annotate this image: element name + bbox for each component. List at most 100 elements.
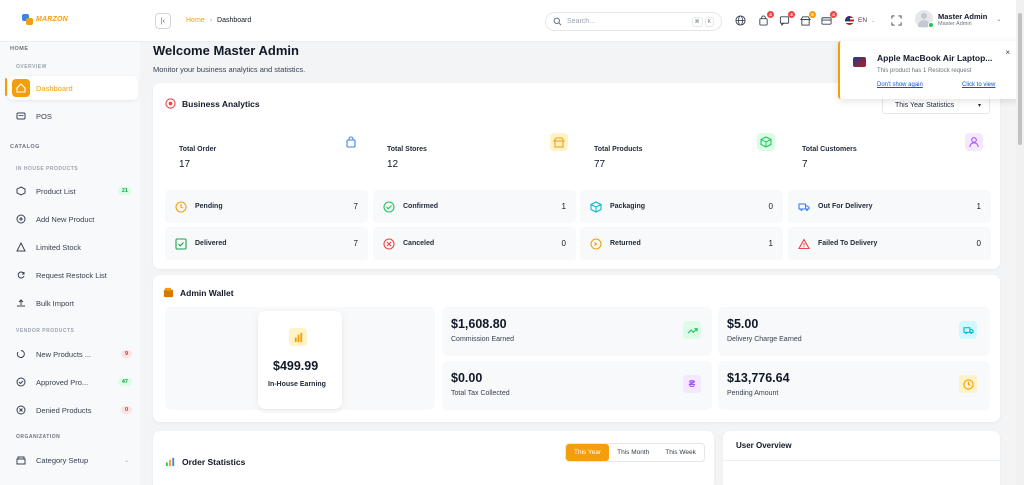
search-input[interactable]: Search... ⌘ K	[545, 12, 722, 31]
status-label: Packaging	[610, 203, 646, 210]
status-label: Returned	[610, 240, 641, 247]
wallet-amount: $1,608.80	[451, 317, 507, 331]
wallet-tax-collected[interactable]	[442, 361, 712, 410]
wallet-label: Pending Amount	[727, 390, 779, 397]
stores-badge: 0	[809, 11, 816, 18]
sidebar-item-limited-stock[interactable]: Limited Stock	[8, 235, 138, 259]
click-to-view-link[interactable]: Click to view	[962, 82, 995, 88]
status-value: 1	[561, 202, 566, 211]
page-subtitle: Monitor your business analytics and stat…	[153, 65, 306, 74]
sidebar-item-add-product[interactable]: Add New Product	[8, 207, 138, 231]
sidebar-item-denied-products[interactable]: Denied Products 0	[8, 398, 138, 422]
box-icon	[757, 133, 775, 151]
breadcrumb-home[interactable]: Home	[186, 17, 205, 24]
stores-button[interactable]: 0	[800, 11, 816, 26]
scrollbar-thumb[interactable]	[1018, 13, 1022, 145]
inhouse-earning-amount: $499.99	[273, 359, 319, 373]
sidebar-item-product-list[interactable]: Product List 21	[8, 179, 138, 203]
status-returned[interactable]: Returned 1	[580, 227, 783, 260]
status-failed-delivery[interactable]: Failed To Delivery 0	[788, 227, 991, 260]
messages-badge: 4	[788, 11, 795, 18]
stat-total-stores[interactable]: Total Stores 12	[373, 133, 576, 184]
tab-this-month[interactable]: This Month	[609, 444, 657, 461]
count-badge: 21	[117, 187, 132, 195]
status-canceled[interactable]: Canceled 0	[373, 227, 576, 260]
close-icon[interactable]: ×	[1005, 48, 1010, 57]
order-period-tabs: This Year This Month This Week	[565, 443, 705, 462]
sidebar-heading-organization: ORGANIZATION	[16, 434, 61, 440]
status-label: Pending	[195, 203, 223, 210]
notification-title: Apple MacBook Air Laptop...	[877, 53, 993, 63]
sidebar-item-bulk-import[interactable]: Bulk Import	[8, 291, 138, 315]
stat-total-order[interactable]: Total Order 17	[165, 133, 368, 184]
top-bar: MARZON |‹ Home › Dashboard Search... ⌘ K…	[0, 0, 1016, 42]
status-confirmed[interactable]: Confirmed 1	[373, 190, 576, 223]
dont-show-again-link[interactable]: Don't show again	[877, 82, 923, 88]
page-scrollbar[interactable]	[1016, 0, 1024, 485]
globe-icon[interactable]	[735, 15, 746, 26]
tab-this-year[interactable]: This Year	[566, 444, 610, 461]
sidebar-item-category-setup[interactable]: Category Setup ⌄	[8, 448, 138, 472]
admin-wallet-label: Admin Wallet	[180, 287, 234, 298]
return-icon	[590, 237, 602, 250]
orders-button[interactable]: 4	[758, 11, 774, 26]
wallet-commission[interactable]	[442, 307, 712, 356]
sidebar-item-dashboard[interactable]: Dashboard	[8, 76, 138, 100]
store-icon	[550, 133, 568, 151]
tab-this-week[interactable]: This Week	[657, 444, 704, 461]
user-menu[interactable]: Master Admin Master Admin ⌄	[915, 10, 1001, 28]
chart-icon	[165, 457, 175, 467]
category-icon	[12, 451, 30, 469]
orders-badge: 4	[767, 11, 774, 18]
check-circle-icon	[12, 373, 30, 391]
wallet-delivery-charge[interactable]	[718, 307, 990, 356]
wallet-icon	[163, 287, 174, 298]
sidebar-item-new-products[interactable]: New Products ... 9	[8, 342, 138, 366]
sidebar-item-pos[interactable]: POS	[8, 104, 138, 128]
upload-icon	[12, 294, 30, 312]
stat-total-products[interactable]: Total Products 77	[580, 133, 783, 184]
collapse-sidebar-button[interactable]: |‹	[155, 13, 171, 29]
status-label: Delivered	[195, 240, 227, 247]
sidebar-item-label: Approved Pro...	[36, 377, 89, 387]
clock-icon	[959, 375, 977, 393]
chevron-down-icon: ▾	[977, 102, 981, 109]
check-square-icon	[175, 237, 187, 250]
status-label: Confirmed	[403, 203, 438, 210]
status-delivered[interactable]: Delivered 7	[165, 227, 368, 260]
stat-label: Total Order	[179, 146, 217, 153]
truck-icon	[959, 321, 977, 339]
bar-chart-icon	[289, 328, 307, 346]
search-placeholder: Search...	[567, 18, 596, 25]
stat-value: 7	[802, 159, 808, 170]
status-pending[interactable]: Pending 7	[165, 190, 368, 223]
sidebar-item-label: POS	[36, 111, 52, 121]
count-badge: 47	[117, 378, 132, 386]
status-packaging[interactable]: Packaging 0	[580, 190, 783, 223]
status-value: 0	[768, 202, 773, 211]
notification-text: This product has 1 Restock request	[877, 68, 972, 74]
status-out-for-delivery[interactable]: Out For Delivery 1	[788, 190, 991, 223]
x-circle-icon	[383, 237, 395, 250]
payments-button[interactable]: 4	[821, 11, 837, 26]
stat-value: 77	[594, 159, 606, 170]
business-analytics-label: Business Analytics	[182, 98, 260, 109]
messages-button[interactable]: 4	[779, 11, 795, 27]
warning-icon	[12, 238, 30, 256]
sidebar: HOME OVERVIEW Dashboard POS CATALOG IN H…	[0, 42, 140, 485]
status-value: 7	[353, 202, 358, 211]
language-selector[interactable]: EN ⌄	[845, 16, 875, 25]
sidebar-heading-inhouse: IN HOUSE PRODUCTS	[16, 166, 79, 172]
wallet-label: Delivery Charge Earned	[727, 336, 802, 343]
brand-logo[interactable]: MARZON	[22, 14, 68, 25]
stat-total-customers[interactable]: Total Customers 7	[788, 133, 991, 184]
target-icon	[165, 98, 176, 109]
wallet-pending-amount[interactable]	[718, 361, 990, 410]
sidebar-item-approved-products[interactable]: Approved Pro... 47	[8, 370, 138, 394]
fullscreen-icon[interactable]	[891, 15, 902, 26]
online-status-dot	[928, 22, 934, 28]
brand-name: MARZON	[36, 16, 68, 23]
sidebar-heading-catalog: CATALOG	[10, 144, 40, 150]
order-statistics-title: Order Statistics	[165, 456, 245, 467]
sidebar-item-restock-list[interactable]: Request Restock List	[8, 263, 138, 287]
